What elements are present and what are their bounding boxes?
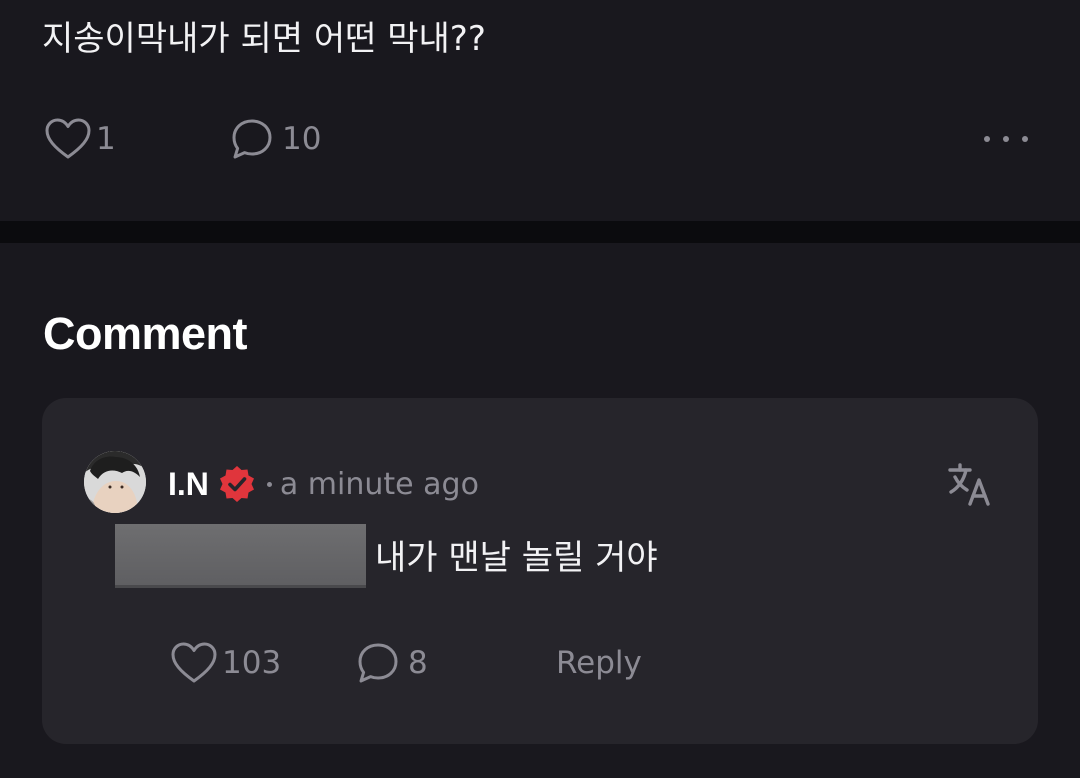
post-detail-page: 지송이막내가 되면 어떤 막내?? 1 10 Comment I.N a min… — [0, 0, 1080, 778]
translate-icon[interactable] — [946, 460, 994, 508]
heart-icon — [171, 642, 217, 683]
verified-badge-icon — [219, 466, 254, 502]
post-comment-button[interactable]: 10 — [230, 114, 321, 164]
post-actions: 1 10 — [44, 114, 1034, 164]
comment-like-count: 103 — [222, 645, 282, 681]
more-horizontal-icon — [1003, 136, 1009, 142]
reply-button[interactable]: Reply — [556, 638, 642, 688]
more-horizontal-icon — [1022, 136, 1028, 142]
comment-actions: 103 8 Reply — [170, 638, 870, 688]
comment-timestamp: a minute ago — [279, 466, 479, 502]
comment-text: 내가 맨날 놀릴 거야 — [375, 538, 658, 578]
comment-author-row: I.N a minute ago — [168, 462, 479, 506]
comment-reply-count: 8 — [408, 645, 428, 681]
separator-dot — [266, 481, 272, 487]
comment-bubble-icon — [358, 643, 398, 683]
avatar[interactable] — [84, 451, 146, 513]
comment-replies-button[interactable]: 8 — [356, 638, 428, 688]
comment-card: I.N a minute ago 내가 맨날 놀릴 거야 103 8 Reply — [42, 398, 1038, 744]
post-comment-count: 10 — [282, 121, 322, 157]
more-horizontal-icon — [984, 136, 990, 142]
post-text: 지송이막내가 되면 어떤 막내?? — [42, 19, 486, 59]
author-name[interactable]: I.N — [168, 466, 209, 503]
post-like-count: 1 — [96, 121, 116, 157]
more-options-button[interactable] — [984, 124, 1028, 154]
comment-bubble-icon — [232, 119, 272, 159]
post-like-button[interactable]: 1 — [44, 114, 116, 164]
comments-section-title: Comment — [43, 308, 248, 359]
section-divider — [0, 221, 1080, 243]
redacted-mention — [115, 524, 366, 588]
avatar-image — [84, 451, 146, 513]
comment-like-button[interactable]: 103 — [170, 638, 281, 688]
heart-icon — [45, 118, 91, 159]
